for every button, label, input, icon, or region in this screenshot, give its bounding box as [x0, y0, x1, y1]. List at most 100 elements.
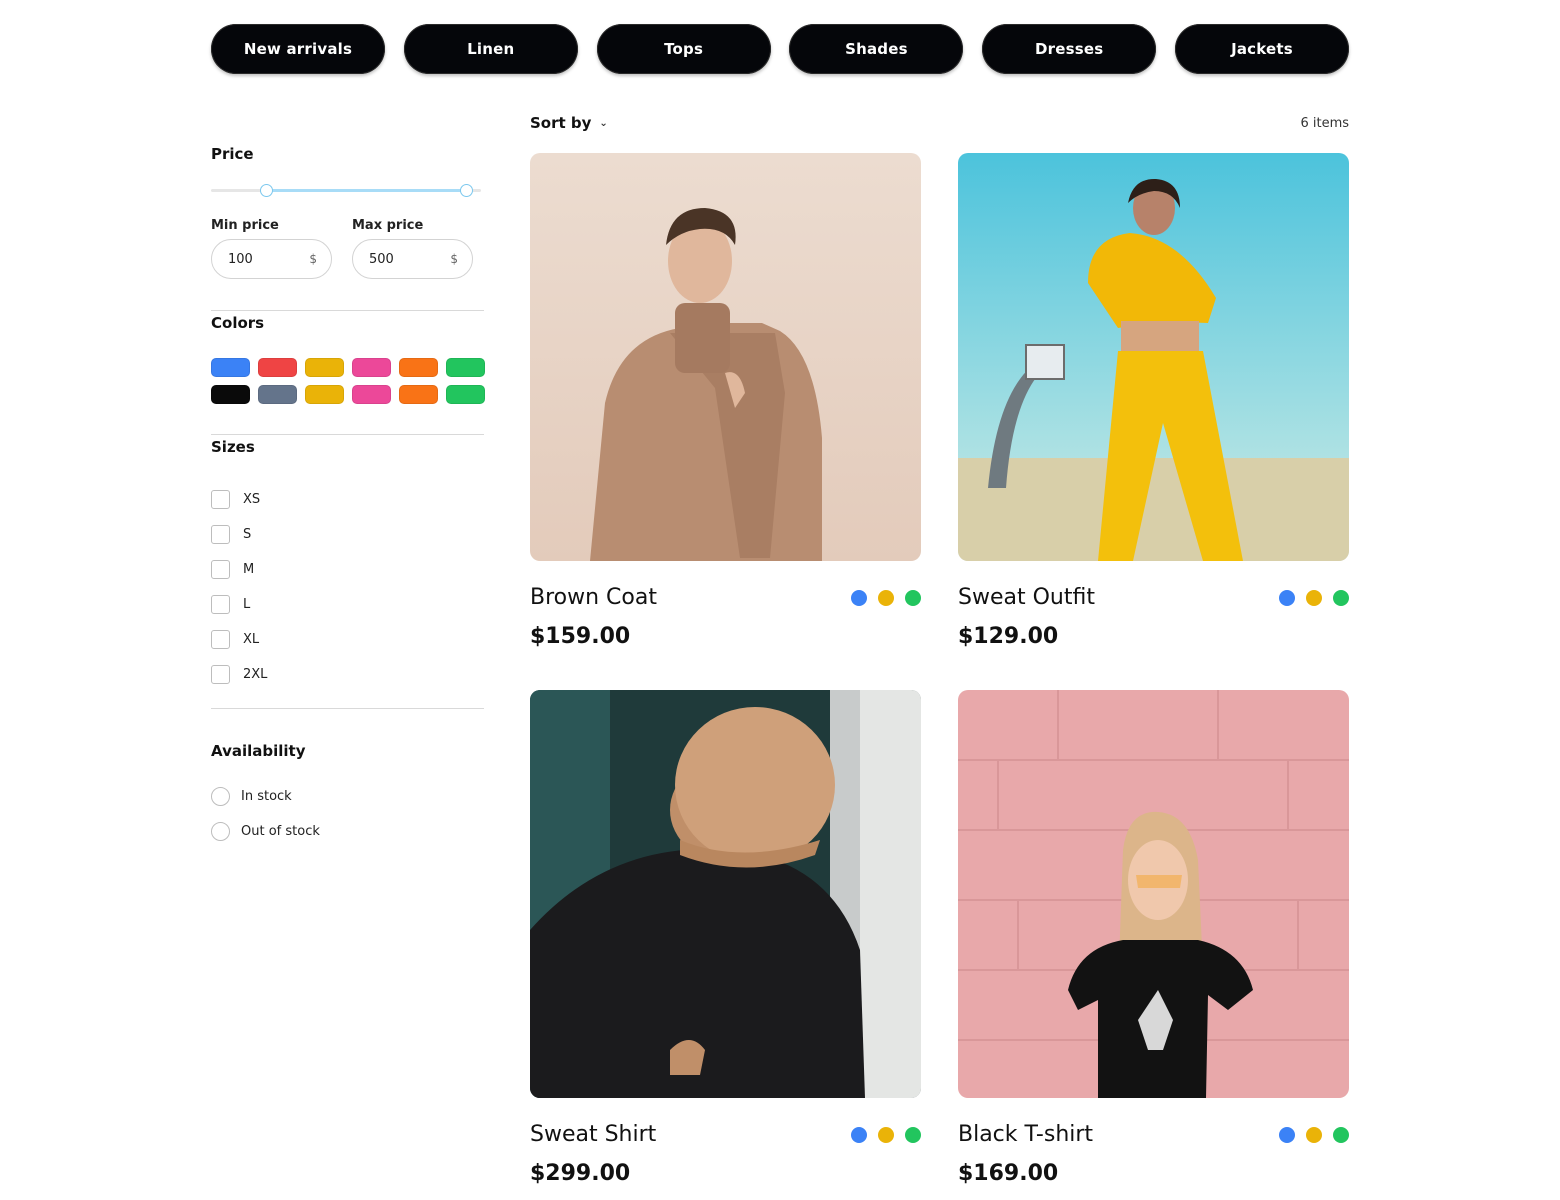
availability-in-stock[interactable]: In stock	[211, 779, 320, 814]
color-swatch-pink-2[interactable]	[352, 385, 391, 404]
size-options: XS S M L XL 2XL	[211, 482, 267, 692]
currency-symbol: $	[450, 252, 458, 266]
color-dot[interactable]	[851, 589, 867, 606]
sort-by-dropdown[interactable]: Sort by ⌄	[530, 114, 608, 132]
availability-out-of-stock[interactable]: Out of stock	[211, 814, 320, 849]
slider-selected-range	[265, 189, 467, 192]
color-swatch-blue[interactable]	[211, 358, 250, 377]
color-dot[interactable]	[1333, 589, 1349, 606]
min-price-input[interactable]	[228, 251, 288, 267]
product-title-row: Black T-shirt	[958, 1122, 1349, 1147]
size-option-s[interactable]: S	[211, 517, 267, 552]
product-name[interactable]: Sweat Shirt	[530, 1122, 656, 1147]
price-filter-title: Price	[211, 145, 254, 163]
product-card[interactable]: Sweat Shirt $299.00	[530, 690, 921, 1186]
product-color-dots	[1279, 1126, 1349, 1143]
category-new-arrivals-button[interactable]: New arrivals	[211, 24, 385, 74]
min-price-field[interactable]: $	[211, 239, 332, 279]
color-dot[interactable]	[878, 589, 894, 606]
size-label: L	[243, 597, 251, 612]
color-dot[interactable]	[905, 589, 921, 606]
color-dot[interactable]	[905, 1126, 921, 1143]
chevron-down-icon: ⌄	[599, 117, 608, 129]
checkbox[interactable]	[211, 525, 230, 544]
availability-options: In stock Out of stock	[211, 779, 320, 849]
product-card[interactable]: Brown Coat $159.00	[530, 153, 921, 649]
color-dot[interactable]	[851, 1126, 867, 1143]
max-price-input[interactable]	[369, 251, 429, 267]
color-dot[interactable]	[878, 1126, 894, 1143]
size-label: XS	[243, 492, 261, 507]
product-image[interactable]	[530, 690, 921, 1098]
size-option-xl[interactable]: XL	[211, 622, 267, 657]
color-swatch-green-2[interactable]	[446, 385, 485, 404]
product-name[interactable]: Sweat Outfit	[958, 585, 1095, 610]
color-swatch-orange-2[interactable]	[399, 385, 438, 404]
product-image[interactable]	[530, 153, 921, 561]
color-swatch-yellow-2[interactable]	[305, 385, 344, 404]
max-price-label: Max price	[352, 218, 424, 233]
divider	[211, 310, 484, 311]
slider-max-handle[interactable]	[460, 184, 474, 197]
checkbox[interactable]	[211, 665, 230, 684]
size-option-2xl[interactable]: 2XL	[211, 657, 267, 692]
product-price: $159.00	[530, 624, 631, 649]
product-card[interactable]: Sweat Outfit $129.00	[958, 153, 1349, 649]
color-dot[interactable]	[1279, 1126, 1295, 1143]
size-option-l[interactable]: L	[211, 587, 267, 622]
colors-filter-title: Colors	[211, 314, 265, 332]
product-title-row: Sweat Outfit	[958, 585, 1349, 610]
color-swatch-slate[interactable]	[258, 385, 297, 404]
min-price-label: Min price	[211, 218, 279, 233]
color-swatch-pink[interactable]	[352, 358, 391, 377]
radio-button[interactable]	[211, 822, 230, 841]
product-image[interactable]	[958, 153, 1349, 561]
price-range-slider[interactable]	[211, 184, 481, 197]
checkbox[interactable]	[211, 595, 230, 614]
product-image[interactable]	[958, 690, 1349, 1098]
category-linen-button[interactable]: Linen	[403, 24, 578, 74]
color-swatch-red[interactable]	[258, 358, 297, 377]
min-price-group: Min price $	[211, 218, 332, 279]
color-swatch-yellow[interactable]	[305, 358, 344, 377]
color-swatches	[211, 358, 485, 404]
item-count: 6 items	[1300, 116, 1349, 131]
product-color-dots	[851, 589, 921, 606]
category-tops-button[interactable]: Tops	[596, 24, 771, 74]
checkbox[interactable]	[211, 630, 230, 649]
product-name[interactable]: Brown Coat	[530, 585, 657, 610]
color-dot[interactable]	[1279, 589, 1295, 606]
sort-by-label: Sort by	[530, 114, 592, 132]
size-label: 2XL	[243, 667, 268, 682]
price-fields: Min price $ Max price $	[211, 218, 473, 279]
size-option-m[interactable]: M	[211, 552, 267, 587]
color-swatch-green[interactable]	[446, 358, 485, 377]
product-price: $129.00	[958, 624, 1059, 649]
color-dot[interactable]	[1306, 1126, 1322, 1143]
checkbox[interactable]	[211, 490, 230, 509]
currency-symbol: $	[309, 252, 317, 266]
product-name[interactable]: Black T-shirt	[958, 1122, 1093, 1147]
color-swatch-black[interactable]	[211, 385, 250, 404]
size-label: S	[243, 527, 252, 542]
color-swatch-orange[interactable]	[399, 358, 438, 377]
category-jackets-button[interactable]: Jackets	[1174, 24, 1349, 74]
sizes-filter-title: Sizes	[211, 438, 255, 456]
checkbox[interactable]	[211, 560, 230, 579]
product-title-row: Brown Coat	[530, 585, 921, 610]
max-price-field[interactable]: $	[352, 239, 473, 279]
category-nav: New arrivals Linen Tops Shades Dresses J…	[211, 24, 1349, 74]
divider	[211, 708, 484, 709]
category-shades-button[interactable]: Shades	[789, 24, 964, 74]
radio-button[interactable]	[211, 787, 230, 806]
divider	[211, 434, 484, 435]
product-card[interactable]: Black T-shirt $169.00	[958, 690, 1349, 1186]
slider-min-handle[interactable]	[259, 184, 273, 197]
product-title-row: Sweat Shirt	[530, 1122, 921, 1147]
color-dot[interactable]	[1306, 589, 1322, 606]
category-dresses-button[interactable]: Dresses	[982, 24, 1157, 74]
availability-label: Out of stock	[241, 824, 320, 839]
size-option-xs[interactable]: XS	[211, 482, 267, 517]
color-dot[interactable]	[1333, 1126, 1349, 1143]
product-color-dots	[851, 1126, 921, 1143]
